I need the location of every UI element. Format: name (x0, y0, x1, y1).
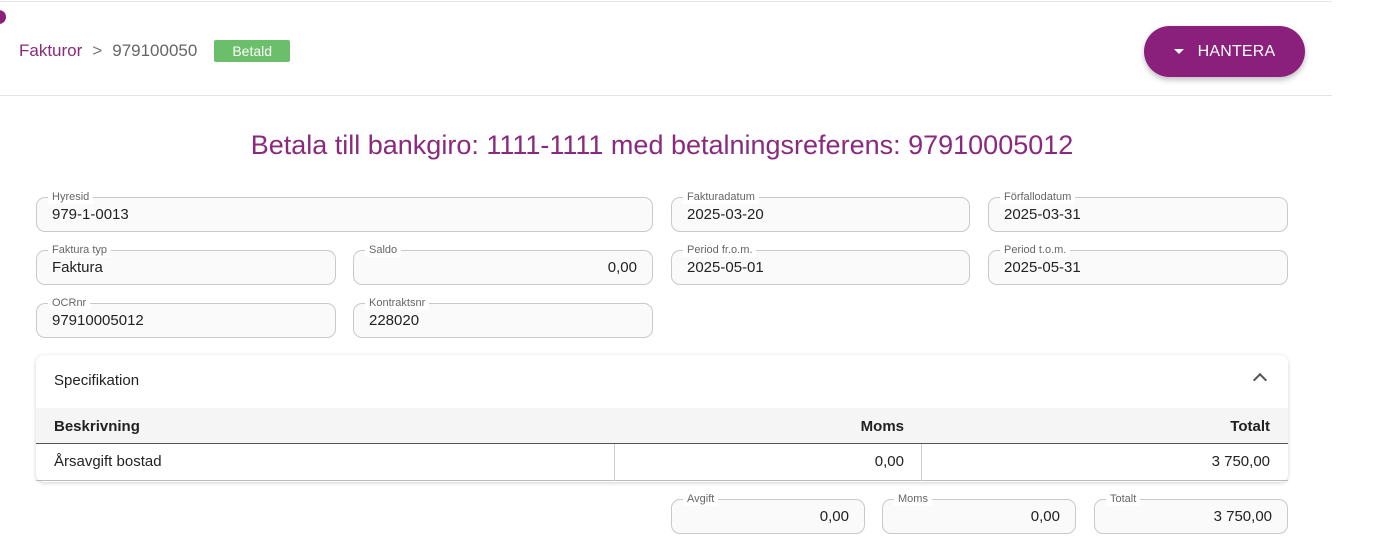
fakturadatum-field[interactable]: Fakturadatum 2025-03-20 (671, 190, 970, 232)
avgift-total-label: Avgift (683, 492, 719, 506)
moms-total-field[interactable]: Moms 0,00 (882, 492, 1076, 534)
manage-button[interactable]: HANTERA (1144, 26, 1305, 77)
hyresid-field[interactable]: Hyresid 979-1-0013 (36, 190, 653, 232)
period-from-value: 2025-05-01 (687, 259, 764, 276)
forfallodatum-value: 2025-03-31 (1004, 206, 1081, 223)
breadcrumb-separator: > (92, 41, 103, 60)
column-divider (921, 444, 922, 481)
column-header-totalt[interactable]: Totalt (1230, 418, 1270, 435)
kontraktsnr-value: 228020 (369, 312, 420, 329)
row-beskrivning: Årsavgift bostad (54, 453, 162, 470)
totalt-total-value: 3 750,00 (1213, 508, 1272, 525)
avgift-total-field[interactable]: Avgift 0,00 (671, 492, 865, 534)
specification-table-header: Beskrivning Moms Totalt (36, 408, 1288, 444)
period-from-field[interactable]: Period fr.o.m. 2025-05-01 (671, 243, 970, 285)
faktura-typ-label: Faktura typ (48, 243, 112, 257)
breadcrumb: Fakturor > 979100050 Betald (19, 40, 291, 62)
saldo-field[interactable]: Saldo 0,00 (353, 243, 653, 285)
fakturadatum-value: 2025-03-20 (687, 206, 764, 223)
forfallodatum-field[interactable]: Förfallodatum 2025-03-31 (988, 190, 1288, 232)
status-badge: Betald (214, 40, 291, 62)
row-totalt: 3 750,00 (1211, 453, 1270, 470)
saldo-label: Saldo (365, 243, 402, 257)
chevron-up-icon[interactable] (1252, 372, 1268, 388)
column-divider (614, 444, 615, 481)
saldo-value: 0,00 (607, 259, 637, 276)
ocrnr-value: 97910005012 (52, 312, 144, 329)
hyresid-value: 979-1-0013 (52, 206, 129, 223)
payment-title: Betala till bankgiro: 1111-1111 med beta… (250, 130, 1074, 160)
faktura-typ-value: Faktura (52, 259, 103, 276)
caret-down-icon (1173, 49, 1184, 54)
page-header: Fakturor > 979100050 Betald HANTERA (0, 0, 1332, 96)
specification-title[interactable]: Specifikation (54, 372, 139, 389)
totalt-total-label: Totalt (1106, 492, 1141, 506)
moms-total-value: 0,00 (1030, 508, 1060, 525)
breadcrumb-current: 979100050 (112, 41, 198, 60)
totalt-total-field[interactable]: Totalt 3 750,00 (1094, 492, 1288, 534)
avgift-total-value: 0,00 (819, 508, 849, 525)
faktura-typ-field[interactable]: Faktura typ Faktura (36, 243, 336, 285)
table-row[interactable]: Årsavgift bostad 0,00 3 750,00 (36, 444, 1288, 481)
kontraktsnr-field[interactable]: Kontraktsnr 228020 (353, 296, 653, 338)
specification-panel: Specifikation Beskrivning Moms Totalt År… (36, 355, 1288, 482)
manage-button-label: HANTERA (1197, 42, 1276, 60)
hyresid-label: Hyresid (48, 190, 94, 204)
period-tom-label: Period t.o.m. (1000, 243, 1071, 257)
fakturadatum-label: Fakturadatum (683, 190, 759, 204)
column-header-beskrivning[interactable]: Beskrivning (54, 418, 140, 435)
period-tom-field[interactable]: Period t.o.m. 2025-05-31 (988, 243, 1288, 285)
kontraktsnr-label: Kontraktsnr (365, 296, 430, 310)
period-from-label: Period fr.o.m. (683, 243, 757, 257)
ocrnr-field[interactable]: OCRnr 97910005012 (36, 296, 336, 338)
ocrnr-label: OCRnr (48, 296, 91, 310)
period-tom-value: 2025-05-31 (1004, 259, 1081, 276)
breadcrumb-fakturor-link[interactable]: Fakturor (19, 41, 82, 61)
moms-total-label: Moms (894, 492, 932, 506)
row-moms: 0,00 (874, 453, 904, 470)
column-header-moms[interactable]: Moms (861, 418, 904, 435)
forfallodatum-label: Förfallodatum (1000, 190, 1076, 204)
